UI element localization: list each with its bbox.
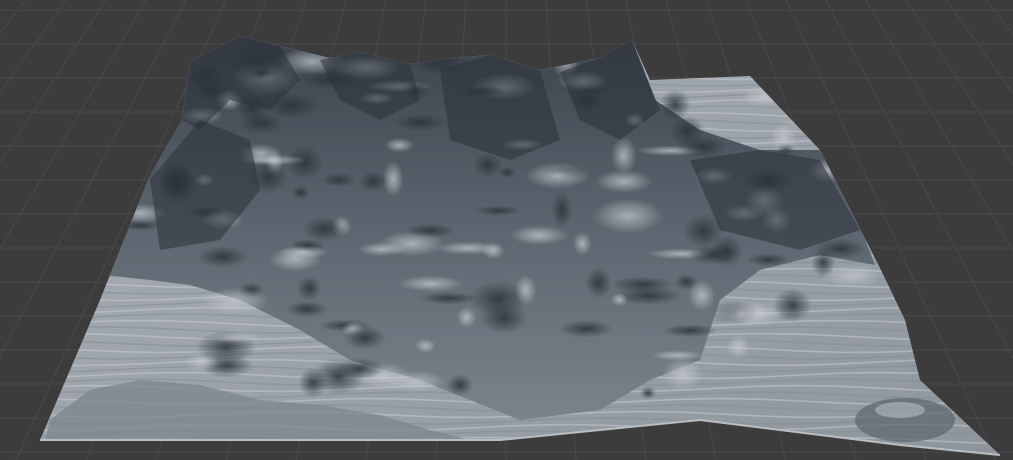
- rock-blob: [278, 245, 329, 259]
- rock-blob: [572, 232, 592, 256]
- rock-blob: [714, 300, 769, 328]
- rock-blob: [610, 136, 637, 175]
- rock-blob: [419, 292, 479, 305]
- rock-blob: [209, 332, 263, 343]
- rock-blob: [747, 252, 790, 267]
- corner-mound-highlight: [875, 402, 925, 418]
- 3d-viewport[interactable]: [0, 0, 1013, 460]
- rock-blob: [551, 191, 573, 229]
- rock-blob: [585, 266, 612, 299]
- rock-blob: [474, 205, 522, 216]
- rock-blob: [321, 172, 356, 188]
- rock-blob: [404, 223, 457, 238]
- rock-blob: [659, 89, 691, 121]
- rock-blob: [640, 386, 657, 400]
- rock-blob: [456, 306, 477, 328]
- rock-blob: [662, 324, 718, 337]
- rock-blob: [479, 302, 528, 334]
- grid-line: [0, 0, 27, 35]
- rock-blob: [688, 280, 716, 311]
- rock-blob: [651, 350, 704, 361]
- rock-blob: [780, 117, 839, 129]
- dune-ripple: [40, 449, 1000, 455]
- rock-blob: [384, 137, 415, 153]
- rock-blob: [593, 198, 664, 234]
- rock-blob: [809, 82, 872, 95]
- rock-blob: [595, 170, 653, 193]
- rock-blob: [472, 152, 503, 178]
- rock-blob: [302, 216, 348, 242]
- rock-blob: [296, 275, 322, 302]
- rock-blob: [357, 242, 406, 256]
- rock-blob: [393, 114, 447, 131]
- rock-blob: [196, 245, 249, 268]
- dune-ripple: [40, 443, 1000, 451]
- rock-blob: [787, 76, 816, 110]
- rock-blob: [344, 325, 386, 350]
- rock-blob: [558, 319, 614, 338]
- rock-blob: [611, 292, 628, 307]
- rock-blob: [509, 225, 569, 246]
- rock-blob: [773, 287, 812, 323]
- rock-blob: [811, 248, 836, 277]
- rock-blob: [770, 123, 797, 153]
- rock-blob: [525, 162, 590, 189]
- rock-blob: [285, 300, 329, 318]
- grid-line: [985, 0, 1013, 36]
- rock-blob: [359, 171, 387, 192]
- rock-blob: [446, 374, 474, 396]
- rock-blob: [662, 357, 704, 392]
- rock-blob: [710, 234, 743, 268]
- terrain-mesh[interactable]: [0, 36, 1001, 457]
- rock-blob: [312, 357, 365, 395]
- rock-blob: [741, 85, 786, 108]
- rock-blob: [398, 275, 464, 292]
- rock-blob: [384, 370, 446, 393]
- rock-blob: [514, 274, 537, 306]
- rock-blob: [291, 185, 310, 200]
- rock-blob: [729, 60, 776, 79]
- rock-blob: [669, 116, 706, 146]
- grid-line: [945, 0, 1013, 95]
- rock-blob: [726, 334, 751, 359]
- rock-blob: [435, 241, 502, 255]
- grid-line: [0, 0, 67, 93]
- rock-blob: [200, 287, 270, 315]
- rock-blob: [414, 339, 436, 353]
